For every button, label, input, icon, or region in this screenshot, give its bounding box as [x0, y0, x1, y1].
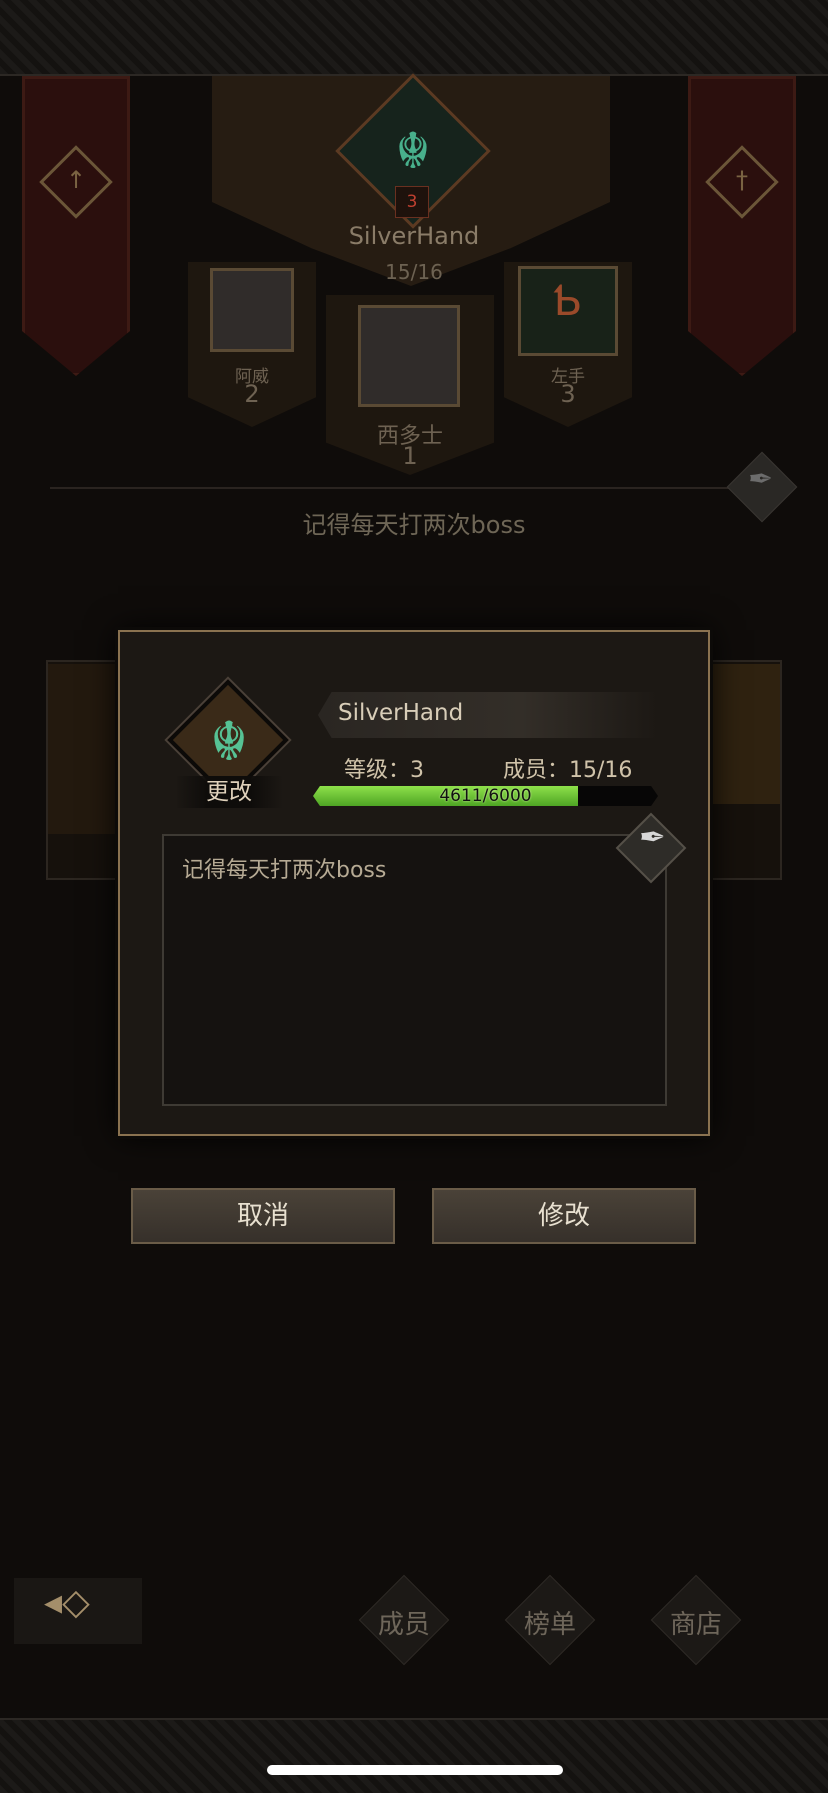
ranking-number: 3 — [560, 380, 576, 408]
dialog-guild-name: SilverHand — [338, 700, 464, 726]
xp-progress-text: 4611/6000 — [439, 786, 532, 806]
home-indicator — [267, 1765, 563, 1775]
ranking-number: 1 — [402, 442, 418, 470]
panel-art — [700, 664, 780, 804]
cancel-button[interactable]: 取消 — [131, 1188, 395, 1244]
guild-notice: 记得每天打两次boss — [302, 511, 526, 539]
top-frame — [0, 0, 828, 76]
guild-member-count: 15/16 — [385, 260, 443, 284]
snake-emblem-icon: ☬ — [209, 710, 249, 773]
dialog-members: 成员：15/16 — [503, 758, 633, 783]
left-banner: ↑ — [22, 76, 130, 376]
right-banner: † — [688, 76, 796, 376]
tab-label: 成员 — [377, 1610, 430, 1640]
quill-icon: ✒ — [748, 462, 774, 497]
quill-icon: ✒ — [639, 818, 666, 856]
bottom-frame — [0, 1718, 828, 1793]
dialog-level: 等级：3 — [344, 758, 424, 783]
tab-label: 商店 — [669, 1610, 722, 1640]
back-arrow-icon: ◂◇ — [44, 1582, 90, 1623]
rune-icon: Ƅ — [553, 276, 583, 325]
snake-emblem-icon: ☬ — [395, 122, 431, 180]
banner-dagger-icon: † — [736, 166, 748, 194]
tab-shop[interactable]: 商店 — [646, 1570, 746, 1670]
guild-name: SilverHand — [348, 222, 480, 250]
guild-level-badge: 3 — [395, 186, 429, 218]
tab-label: 榜单 — [523, 1610, 576, 1640]
divider — [50, 487, 770, 489]
notice-text[interactable]: 记得每天打两次boss — [182, 852, 642, 884]
tab-members[interactable]: 成员 — [354, 1570, 454, 1670]
avatar — [358, 305, 460, 407]
xp-progress-bar: 4611/6000 — [313, 786, 658, 806]
panel-art — [48, 664, 128, 834]
tab-ranking[interactable]: 榜单 — [500, 1570, 600, 1670]
ranking-number: 2 — [244, 380, 260, 408]
change-emblem-label[interactable]: 更改 — [175, 776, 283, 808]
banner-arrow-icon: ↑ — [65, 166, 87, 194]
confirm-edit-button[interactable]: 修改 — [432, 1188, 696, 1244]
avatar — [210, 268, 294, 352]
